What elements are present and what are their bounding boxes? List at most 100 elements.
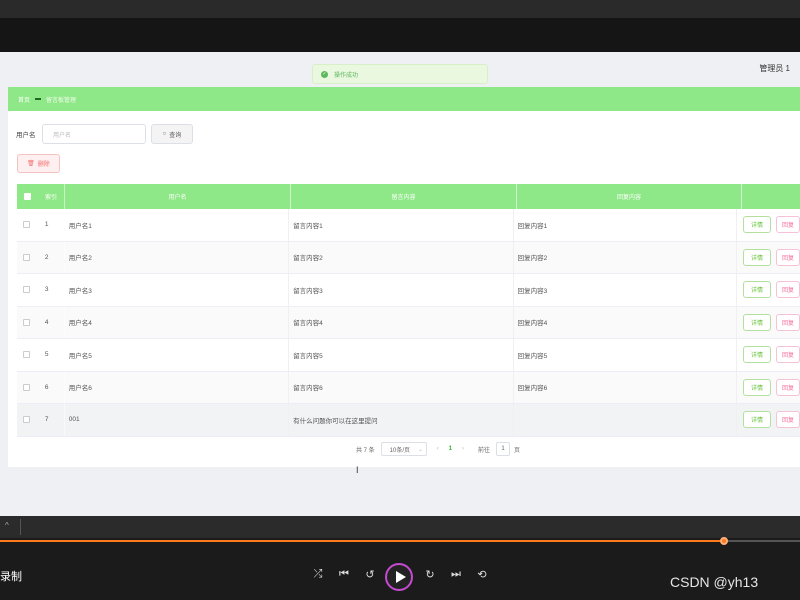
search-placeholder: 用户名 [53, 132, 72, 139]
row-checkbox[interactable] [23, 351, 31, 359]
reply-button[interactable]: 回复 [776, 346, 800, 364]
reply-button[interactable]: 回复 [776, 248, 800, 266]
toast-message: 操作成功 [334, 72, 359, 79]
table-row: 2 用户名2 留言内容2 回复内容2 详情 回复 [17, 241, 800, 274]
progress-knob[interactable] [720, 537, 728, 545]
column-reply: 回复内容 [517, 184, 742, 209]
cell-index: 3 [37, 274, 65, 306]
header-user[interactable]: 管理员 1 [759, 63, 790, 74]
app-window: ✓ 操作成功 管理员 1 首页 留言板管理 用户名 用户名 ○ 查询 🗑 删除 … [0, 52, 800, 516]
search-form: 用户名 用户名 ○ 查询 [16, 124, 193, 144]
cell-username: 用户名2 [65, 241, 290, 273]
row-checkbox[interactable] [23, 221, 31, 229]
skip-forward-icon[interactable]: ⏭ [449, 568, 463, 581]
cell-username: 用户名6 [65, 371, 290, 403]
message-table: 索引 用户名 留言内容 回复内容 1 用户名1 留言内容1 回复内容1 详情 回复… [17, 184, 800, 437]
skip-back-icon[interactable]: ⏮ [337, 568, 351, 581]
cell-index: 7 [37, 404, 65, 436]
cell-message: 留言内容4 [289, 306, 514, 338]
next-page-button[interactable]: › [462, 446, 464, 452]
rewind-10-icon[interactable]: ↺ [363, 568, 377, 581]
breadcrumb-separator [35, 98, 42, 100]
cell-reply: 回复内容2 [514, 241, 737, 273]
cell-index: 6 [37, 371, 65, 403]
breadcrumb-home[interactable]: 首页 [18, 95, 30, 104]
forward-30-icon[interactable]: ↻ [423, 568, 437, 581]
screen-top-strip [0, 0, 800, 18]
cell-reply: 回复内容3 [514, 274, 737, 306]
search-label: 用户名 [16, 132, 36, 139]
play-button[interactable] [385, 563, 413, 591]
reply-button[interactable]: 回复 [776, 378, 800, 396]
prev-page-button[interactable]: ‹ [437, 446, 439, 452]
cell-message: 留言内容2 [289, 241, 514, 273]
player-divider [20, 519, 21, 535]
content-card: 用户名 用户名 ○ 查询 🗑 删除 索引 用户名 留言内容 回复内容 1 用户名… [8, 111, 800, 467]
column-username: 用户名 [65, 184, 291, 209]
cell-reply: 回复内容1 [514, 209, 737, 241]
success-toast: ✓ 操作成功 [312, 64, 488, 84]
page-number-current[interactable]: 1 [449, 446, 452, 452]
cell-index: 1 [37, 209, 65, 241]
detail-button[interactable]: 详情 [743, 313, 771, 331]
cell-index: 2 [37, 241, 65, 273]
detail-button[interactable]: 详情 [743, 378, 771, 396]
goto-label: 前往 [478, 447, 491, 454]
watermark: CSDN @yh13 [670, 574, 759, 590]
cell-username: 001 [65, 404, 290, 436]
detail-button[interactable]: 详情 [743, 216, 771, 234]
detail-button[interactable]: 详情 [743, 281, 771, 299]
reply-button[interactable]: 回复 [776, 313, 800, 331]
row-checkbox[interactable] [23, 416, 31, 424]
column-actions [742, 184, 800, 209]
column-index: 索引 [37, 184, 65, 209]
cell-message: 留言内容5 [289, 339, 514, 371]
repeat-off-icon[interactable]: ⟲ [475, 568, 489, 581]
play-icon [395, 571, 406, 583]
detail-button[interactable]: 详情 [743, 411, 771, 429]
reply-button[interactable]: 回复 [776, 216, 800, 234]
row-checkbox[interactable] [23, 318, 31, 326]
row-checkbox[interactable] [23, 383, 31, 391]
delete-button-label: 删除 [37, 162, 50, 168]
success-check-icon: ✓ [321, 70, 328, 78]
progress-fill [0, 540, 724, 542]
goto-page-input[interactable]: 1 [496, 442, 511, 456]
page-size-value: 10条/页 [389, 447, 411, 454]
cell-message: 留言内容6 [289, 371, 514, 403]
cell-message: 有什么问题你可以在这里提问 [289, 404, 514, 436]
cell-index: 4 [37, 306, 65, 338]
reply-button[interactable]: 回复 [776, 411, 800, 429]
search-icon: ○ [162, 131, 167, 137]
record-label[interactable]: 录制 [0, 568, 22, 584]
goto-page-value: 1 [501, 446, 505, 452]
detail-button[interactable]: 详情 [743, 248, 771, 266]
table-row: 3 用户名3 留言内容3 回复内容3 详情 回复 [17, 274, 800, 307]
video-player-bar: ^ 录制 ⤮ ⏮ ↺ ↻ ⏭ ⟲ CSDN @yh13 [0, 516, 800, 600]
detail-button[interactable]: 详情 [743, 346, 771, 364]
cell-username: 用户名3 [65, 274, 290, 306]
page-size-select[interactable]: 10条/页 ⌄ [380, 442, 427, 456]
row-checkbox[interactable] [23, 253, 31, 261]
text-cursor-icon: I [356, 465, 359, 475]
table-row: 1 用户名1 留言内容1 回复内容1 详情 回复 [17, 209, 800, 242]
search-button[interactable]: ○ 查询 [151, 124, 193, 144]
player-top-strip: ^ [0, 516, 800, 538]
table-row: 6 用户名6 留言内容6 回复内容6 详情 回复 [17, 371, 800, 404]
table-header: 索引 用户名 留言内容 回复内容 [17, 184, 800, 209]
select-all-checkbox[interactable] [23, 193, 31, 200]
trash-icon: 🗑 [27, 161, 35, 167]
goto-unit: 页 [514, 447, 521, 454]
cell-username: 用户名5 [65, 339, 290, 371]
delete-button[interactable]: 🗑 删除 [17, 154, 60, 173]
shuffle-icon[interactable]: ⤮ [311, 568, 325, 581]
search-input[interactable]: 用户名 [42, 124, 146, 144]
pagination: 共 7 条 10条/页 ⌄ ‹ 1 › 前往 1 页 [356, 442, 520, 456]
reply-button[interactable]: 回复 [776, 281, 800, 299]
row-checkbox[interactable] [23, 286, 31, 294]
chevron-up-icon[interactable]: ^ [5, 521, 9, 530]
table-row: 5 用户名5 留言内容5 回复内容5 详情 回复 [17, 339, 800, 372]
breadcrumb-current: 留言板管理 [46, 97, 77, 104]
cell-index: 5 [37, 339, 65, 371]
cell-username: 用户名1 [65, 209, 290, 241]
